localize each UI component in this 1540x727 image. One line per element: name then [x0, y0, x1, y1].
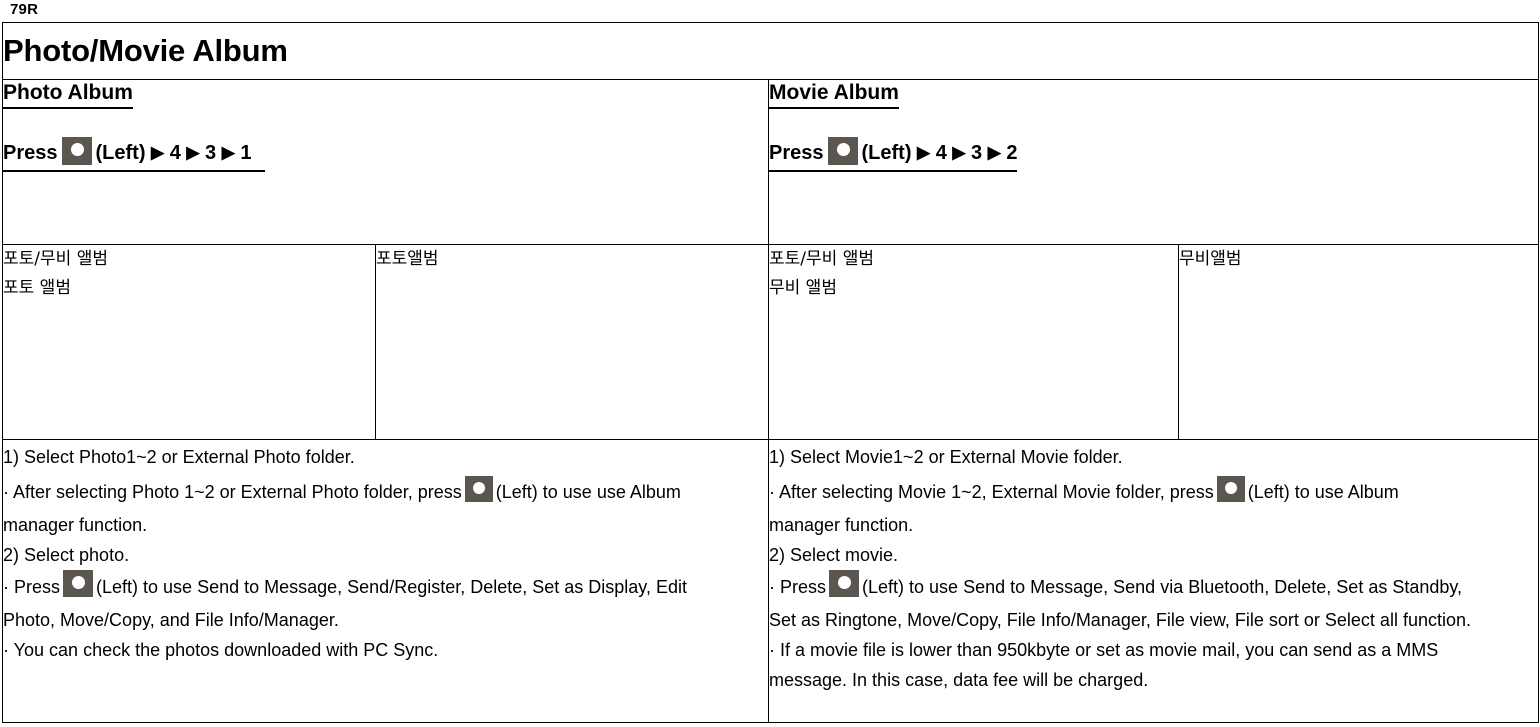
photo-album-heading-wrap: Photo Album: [3, 80, 768, 109]
arrow-right-icon: ▶: [151, 143, 165, 162]
movie-desc-note-3-cont: message. In this case, data fee will be …: [769, 670, 1149, 690]
menu-step-3: 2: [1006, 142, 1018, 164]
photo-desc-note-1: · After selecting Photo 1~2 or External …: [3, 475, 768, 510]
movie-korean-menu-cell: 무비앨범: [1177, 244, 1540, 440]
movie-desc-note-1-cont: manager function.: [769, 515, 914, 535]
left-soft-key-icon: [1216, 476, 1245, 503]
photo-desc-note-2-part-a: · Press: [3, 577, 61, 597]
photo-korean-menu-cell: 포토앨범: [375, 244, 769, 440]
page-marker: 79R: [10, 1, 39, 18]
movie-album-heading: Movie Album: [769, 80, 899, 109]
movie-korean-menu-label: 무비앨범: [1179, 249, 1242, 269]
photo-movie-album-table: Photo/Movie Album Photo Album Press (Left…: [1, 22, 1540, 723]
arrow-right-icon: ▶: [917, 143, 931, 162]
photo-desc-note-1-part-a: · After selecting Photo 1~2 or External …: [3, 482, 462, 502]
movie-desc-note-3: · If a movie file is lower than 950kbyte…: [769, 640, 1439, 660]
photo-album-section-cell: Photo Album Press (Left) ▶ 4 ▶ 3 ▶ 1: [2, 79, 769, 245]
arrow-right-icon-2: ▶: [952, 143, 966, 162]
menu-step-1: 4: [935, 142, 947, 164]
left-soft-key-icon: [827, 136, 858, 165]
photo-desc-note-2: · Press (Left) to use Send to Message, Se…: [3, 569, 768, 605]
photo-korean-path-cell: 포토/무비 앨범 포토 앨범: [2, 244, 376, 440]
left-soft-key-icon: [61, 136, 92, 165]
photo-album-heading: Photo Album: [3, 80, 133, 109]
movie-desc-note-1-part-b: (Left) to use Album: [1247, 482, 1399, 502]
left-soft-key-icon: [63, 569, 94, 597]
movie-desc-note-2-part-a: · Press: [769, 577, 827, 597]
press-label: Press: [769, 142, 824, 164]
movie-album-heading-wrap: Movie Album: [769, 80, 1538, 109]
title-cell: Photo/Movie Album: [1, 22, 1540, 80]
arrow-right-icon-2: ▶: [186, 143, 200, 162]
movie-korean-path-line-1: 포토/무비 앨범: [769, 249, 874, 269]
photo-desc-step-1: 1) Select Photo1~2 or External Photo fol…: [3, 447, 355, 467]
movie-album-section-cell: Movie Album Press (Left) ▶ 4 ▶ 3 ▶ 2: [767, 79, 1540, 245]
movie-korean-path-line-2: 무비 앨범: [769, 278, 837, 298]
photo-desc-step-2: 2) Select photo.: [3, 545, 130, 565]
movie-desc-note-2-part-b: (Left) to use Send to Message, Send via …: [862, 577, 1463, 597]
table-row-title: Photo/Movie Album: [1, 22, 1540, 80]
photo-description-cell: 1) Select Photo1~2 or External Photo fol…: [2, 439, 769, 723]
movie-description-cell: 1) Select Movie1~2 or External Movie fol…: [767, 439, 1540, 723]
movie-desc-note-2-cont: Set as Ringtone, Move/Copy, File Info/Ma…: [769, 610, 1471, 630]
photo-korean-path-line-1: 포토/무비 앨범: [3, 249, 108, 269]
movie-desc-step-1: 1) Select Movie1~2 or External Movie fol…: [769, 447, 1123, 467]
photo-desc-note-1-part-b: (Left) to use use Album: [495, 482, 681, 502]
left-label: (Left): [95, 142, 146, 164]
left-soft-key-icon: [829, 569, 860, 597]
photo-album-press-path: Press (Left) ▶ 4 ▶ 3 ▶ 1: [3, 136, 266, 172]
left-label: (Left): [861, 142, 912, 164]
movie-desc-note-1: · After selecting Movie 1~2, External Mo…: [769, 475, 1538, 510]
photo-korean-path-line-2: 포토 앨범: [3, 278, 71, 298]
table-row-descriptions: 1) Select Photo1~2 or External Photo fol…: [2, 439, 1540, 723]
arrow-right-icon-3: ▶: [221, 143, 235, 162]
menu-step-2: 3: [205, 142, 217, 164]
page-title: Photo/Movie Album: [3, 33, 288, 68]
table-row-korean-menu: 포토/무비 앨범 포토 앨범 포토앨범 포토/무비 앨범 무비 앨범 무비앨범: [2, 244, 1540, 440]
menu-step-2: 3: [971, 142, 983, 164]
table-row-section-headings: Photo Album Press (Left) ▶ 4 ▶ 3 ▶ 1 Movi…: [2, 79, 1540, 245]
movie-album-press-path: Press (Left) ▶ 4 ▶ 3 ▶ 2: [769, 136, 1018, 172]
movie-desc-note-2: · Press (Left) to use Send to Message, Se…: [769, 569, 1538, 605]
arrow-right-icon-3: ▶: [987, 143, 1001, 162]
photo-desc-note-2-cont: Photo, Move/Copy, and File Info/Manager.: [3, 610, 339, 630]
photo-desc-note-1-cont: manager function.: [3, 515, 148, 535]
photo-desc-note-2-part-b: (Left) to use Send to Message, Send/Regi…: [96, 577, 687, 597]
movie-desc-step-2: 2) Select movie.: [769, 545, 899, 565]
photo-desc-note-3: · You can check the photos downloaded wi…: [3, 640, 439, 660]
left-soft-key-icon: [464, 476, 493, 503]
document-page: 79R Photo/Movie Album Photo Album Press (…: [0, 0, 1540, 727]
movie-korean-path-cell: 포토/무비 앨범 무비 앨범: [768, 244, 1179, 440]
photo-korean-menu-label: 포토앨범: [376, 249, 439, 269]
menu-step-1: 4: [169, 142, 181, 164]
press-label: Press: [3, 142, 58, 164]
menu-step-3: 1: [240, 142, 252, 164]
movie-desc-note-1-part-a: · After selecting Movie 1~2, External Mo…: [769, 482, 1214, 502]
